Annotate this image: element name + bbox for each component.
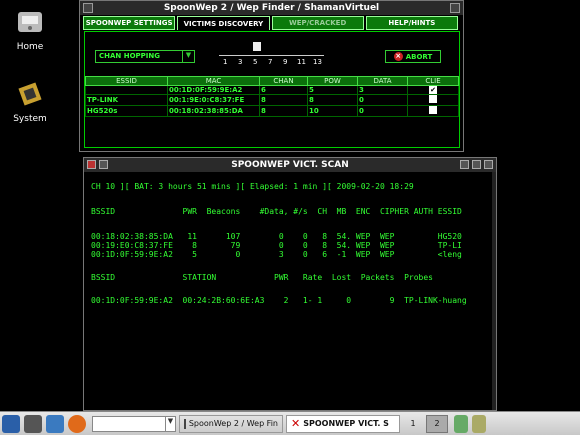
menu-icon[interactable]	[83, 3, 93, 13]
home-icon	[14, 6, 46, 38]
app-icon	[184, 418, 186, 429]
tray-icon[interactable]	[472, 414, 486, 433]
scrollbar[interactable]	[492, 172, 496, 410]
mode-select[interactable]: CHAN HOPPING ▼	[95, 50, 195, 63]
minimize-icon[interactable]	[460, 160, 469, 169]
col-data[interactable]: DATA	[357, 76, 408, 86]
network-icon[interactable]	[454, 414, 468, 433]
chevron-down-icon: ▼	[182, 51, 194, 62]
terminal-line: BSSID PWR Beacons #Data, #/s CH MB ENC C…	[91, 207, 462, 216]
task-button-vict-scan[interactable]: ✕ SPOONWEP VICT. S	[286, 414, 400, 433]
terminal-line: 00:1D:0F:59:9E:A2 00:24:2B:60:6E:A3 2 1-…	[91, 296, 467, 305]
taskbar-combo[interactable]: ▼	[92, 415, 176, 432]
desktop-icon-label: Home	[16, 42, 44, 52]
close-icon[interactable]	[484, 160, 493, 169]
slider-tick-label: 5	[253, 58, 258, 66]
table-row[interactable]: TP-LINK 00:1:9E:0:C8:37:FE 8 8 0	[85, 94, 459, 106]
window-title: SPOONWEP VICT. SCAN	[231, 160, 349, 170]
tab-help[interactable]: HELP/HINTS	[365, 16, 458, 30]
terminal-line: 00:18:02:38:85:DA 11 107 0 0 8 54. WEP W…	[91, 232, 462, 241]
table-row[interactable]: 00:1D:0F:59:9E:A2 6 5 3 ✔	[85, 85, 459, 95]
maximize-icon[interactable]	[472, 160, 481, 169]
desktop-icon-home[interactable]: Home	[0, 6, 60, 52]
desktop-icon-label: System	[13, 114, 47, 124]
slider-tick-label: 1	[223, 58, 228, 66]
terminal-output[interactable]: CH 10 ][ BAT: 3 hours 51 mins ][ Elapsed…	[91, 182, 496, 305]
slider-tick-label: 13	[313, 58, 322, 66]
vict-scan-window: SPOONWEP VICT. SCAN CH 10 ][ BAT: 3 hour…	[83, 157, 497, 411]
slider-tick-label: 3	[238, 58, 243, 66]
taskbar: ▼ SpoonWep 2 / Wep Fin ✕ SPOONWEP VICT. S…	[0, 411, 580, 435]
col-mac[interactable]: MAC	[167, 76, 260, 86]
slider-tick-label: 11	[297, 58, 306, 66]
desktop-icon[interactable]	[46, 414, 64, 433]
terminal-line: BSSID STATION PWR Rate Lost Packets Prob…	[91, 273, 433, 282]
tab-victims-discovery[interactable]: VICTIMS DISCOVERY	[177, 16, 270, 30]
col-pow[interactable]: POW	[307, 76, 358, 86]
window-titlebar[interactable]: SpoonWep 2 / Wep Finder / ShamanVirtuel	[80, 1, 463, 15]
col-essid[interactable]: ESSID	[85, 76, 168, 86]
desktop-1-button[interactable]: 1	[402, 415, 424, 433]
terminal-line: 00:1D:0F:59:9E:A2 5 0 3 0 6 -1 WEP WEP <…	[91, 250, 462, 259]
chevron-down-icon: ▼	[165, 416, 175, 431]
client-checkbox[interactable]	[429, 106, 437, 114]
client-checkbox[interactable]	[429, 95, 437, 103]
desktop-icon-system[interactable]: System	[0, 78, 60, 124]
channel-slider[interactable]: 1 3 5 7 9 11 13	[219, 42, 324, 68]
table-header-row: ESSID MAC CHAN POW DATA CLIE	[85, 76, 459, 86]
tab-settings[interactable]: SPOONWEP SETTINGS	[83, 16, 176, 30]
slider-handle[interactable]	[253, 42, 261, 51]
col-clie[interactable]: CLIE	[407, 76, 459, 86]
start-menu-icon[interactable]	[2, 414, 20, 433]
tab-bar: SPOONWEP SETTINGS VICTIMS DISCOVERY WEP/…	[83, 16, 460, 30]
desktop-2-button[interactable]: 2	[426, 414, 448, 433]
chip-icon	[14, 78, 46, 110]
terminal-line: CH 10 ][ BAT: 3 hours 51 mins ][ Elapsed…	[91, 182, 414, 191]
task-button-wep-finder[interactable]: SpoonWep 2 / Wep Fin	[179, 414, 283, 433]
close-icon: ×	[393, 52, 403, 61]
terminal-line: 00:19:E0:C8:37:FE 8 79 0 0 8 54. WEP WEP…	[91, 241, 462, 250]
table-row[interactable]: HG520s 00:18:02:38:85:DA 8 10 0	[85, 105, 459, 117]
window-titlebar[interactable]: SPOONWEP VICT. SCAN	[84, 158, 496, 172]
terminal-icon[interactable]	[24, 414, 42, 433]
close-icon[interactable]	[87, 160, 96, 169]
abort-button[interactable]: × ABORT	[385, 50, 441, 63]
window-title: SpoonWep 2 / Wep Finder / ShamanVirtuel	[163, 3, 380, 13]
tab-wep-cracked[interactable]: WEP/CRACKED	[271, 16, 364, 30]
firefox-icon[interactable]	[68, 414, 86, 433]
col-chan[interactable]: CHAN	[259, 76, 308, 86]
victims-table: ESSID MAC CHAN POW DATA CLIE 00:1D:0F:59…	[85, 76, 459, 117]
x-icon: ✕	[291, 417, 301, 430]
slider-tick-label: 9	[283, 58, 288, 66]
close-icon[interactable]	[450, 3, 460, 13]
discovery-pane: CHAN HOPPING ▼ 1 3 5 7 9 11 13 × ABORT ESS…	[84, 31, 460, 148]
slider-tick-label: 7	[268, 58, 273, 66]
menu-icon[interactable]	[99, 160, 108, 169]
wep-finder-window: SpoonWep 2 / Wep Finder / ShamanVirtuel …	[79, 0, 464, 152]
client-checkbox[interactable]: ✔	[429, 86, 437, 94]
